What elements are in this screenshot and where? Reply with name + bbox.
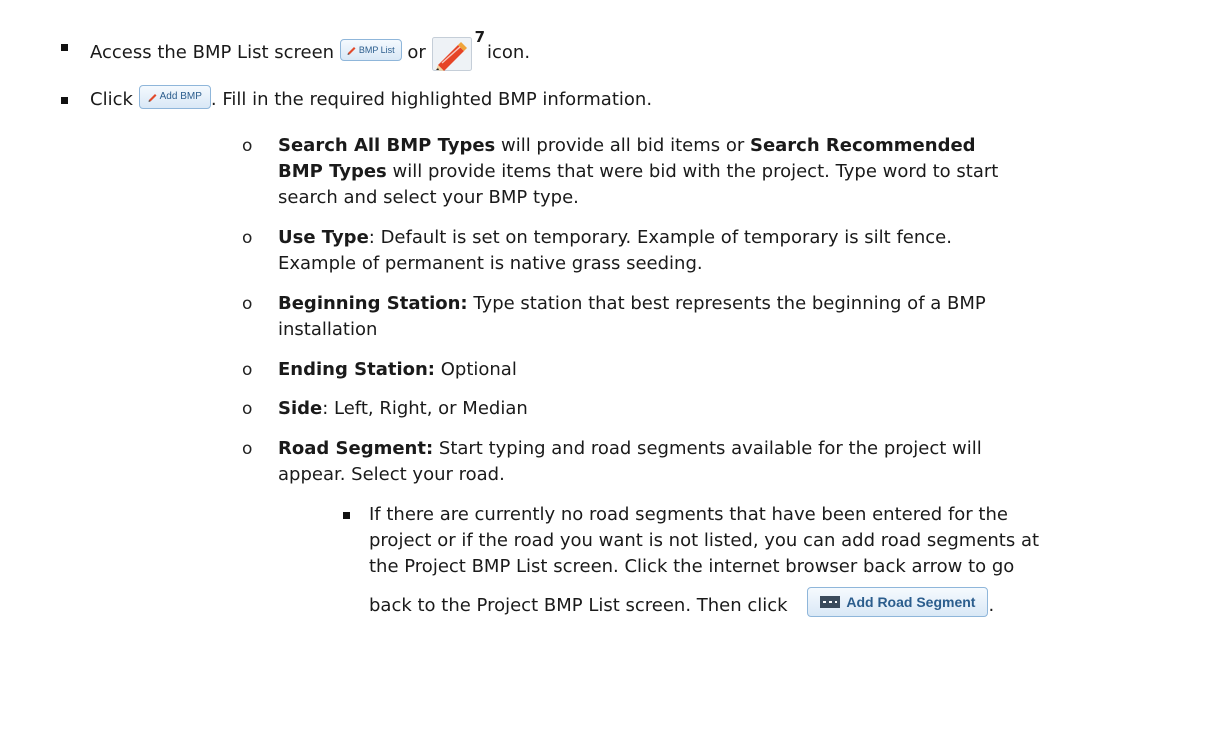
sub-line-2: project or if the road you want is not l… [369, 527, 1039, 555]
side-label: Side [278, 398, 323, 419]
bmp-list-button[interactable]: BMP List [339, 39, 402, 61]
use-type-line-1: Use Type: Default is set on temporary. E… [278, 224, 952, 252]
fill-in-text: . Fill in the required highlighted BMP i… [210, 89, 653, 110]
road-line-1: Road Segment: Start typing and road segm… [278, 435, 982, 463]
ending-text: Optional [435, 359, 517, 380]
search-recommended-label: Search Recommended [749, 135, 976, 156]
circle-bullet: o [242, 360, 253, 380]
search-line-3: search and select your BMP type. [278, 184, 579, 212]
bmp-pencil-icon [347, 47, 356, 55]
circle-bullet: o [242, 294, 253, 314]
search-line-1: Search All BMP Types will provide all bi… [278, 132, 976, 160]
ending-line: Ending Station: Optional [278, 356, 517, 384]
click-add-line: Click Add BMP . Fill in the required hig… [90, 85, 653, 114]
use-type-text: : Default is set on temporary. Example o… [368, 227, 952, 248]
sub-text: the Project BMP List screen. Click the i… [369, 556, 1015, 577]
access-line: Access the BMP List screen BMP List or 7… [90, 28, 531, 71]
circle-bullet: o [242, 399, 253, 419]
beginning-line-1: Beginning Station: Type station that bes… [278, 290, 986, 318]
circle-bullet: o [242, 136, 253, 156]
circle-bullet: o [242, 439, 253, 459]
bmp-pencil-icon[interactable] [431, 37, 472, 71]
bmp-types-label: BMP Types [278, 161, 387, 182]
beginning-text: Type station that best represents the be… [467, 293, 986, 314]
side-line: Side: Left, Right, or Median [278, 395, 528, 423]
add-bmp-button[interactable]: Add BMP [138, 85, 211, 109]
instruction-document: Access the BMP List screen BMP List or 7… [0, 0, 1206, 731]
square-bullet [343, 512, 350, 519]
search-text: search and select your BMP type. [278, 187, 579, 208]
circle-bullet: o [242, 228, 253, 248]
icon-text: icon. [487, 42, 531, 63]
search-line-2: BMP Types will provide items that were b… [278, 158, 998, 186]
sub-line-4: back to the Project BMP List screen. The… [369, 587, 995, 621]
search-all-label: Search All BMP Types [278, 135, 496, 156]
sub-text: If there are currently no road segments … [369, 504, 1008, 525]
or-text: or [407, 42, 426, 63]
bmp-pencil-icon [148, 94, 157, 102]
square-bullet [61, 97, 68, 104]
click-text: Click [90, 89, 133, 110]
square-bullet [61, 44, 68, 51]
beginning-station-label: Beginning Station: [278, 293, 468, 314]
search-text: will provide items that were bid with th… [386, 161, 999, 182]
road-line-2: appear. Select your road. [278, 461, 505, 489]
sub-text: back to the Project BMP List screen. The… [369, 595, 788, 616]
ending-station-label: Ending Station: [278, 359, 435, 380]
use-type-label: Use Type [278, 227, 369, 248]
bmp-list-button-label: BMP List [358, 45, 395, 55]
beginning-text: installation [278, 319, 378, 340]
access-text: Access the BMP List screen [90, 42, 335, 63]
add-road-segment-button[interactable]: Add Road Segment [807, 587, 989, 617]
period-text: . [988, 595, 995, 616]
road-segment-label: Road Segment: [278, 438, 434, 459]
notification-count: 7 [474, 28, 486, 46]
sub-line-1: If there are currently no road segments … [369, 501, 1008, 529]
add-bmp-button-label: Add BMP [159, 91, 202, 102]
sub-text: project or if the road you want is not l… [369, 530, 1040, 551]
search-text: will provide all bid items or [495, 135, 750, 156]
road-segment-icon [820, 596, 841, 608]
beginning-line-2: installation [278, 316, 377, 344]
add-road-segment-button-label: Add Road Segment [846, 594, 976, 610]
use-type-text: Example of permanent is native grass see… [278, 253, 703, 274]
use-type-line-2: Example of permanent is native grass see… [278, 250, 703, 278]
side-text: : Left, Right, or Median [322, 398, 528, 419]
sub-line-3: the Project BMP List screen. Click the i… [369, 553, 1014, 581]
road-text: Start typing and road segments available… [433, 438, 982, 459]
road-text: appear. Select your road. [278, 464, 505, 485]
